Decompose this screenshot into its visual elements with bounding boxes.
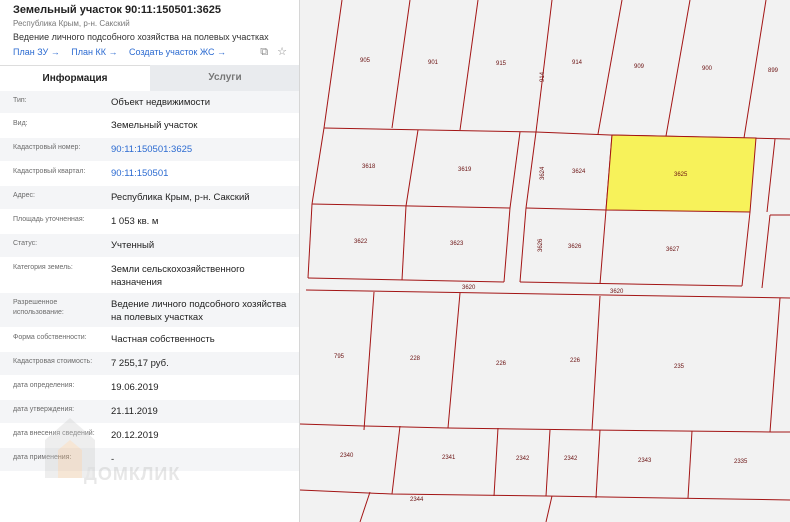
table-row: Кадастровая стоимость: 7 255,17 руб. (0, 352, 299, 376)
parcel-label: 226 (496, 361, 507, 367)
table-row: Кадастровый номер: 90:11:150501:3625 (0, 138, 299, 162)
row-value: Учтенный (111, 240, 155, 251)
star-icon[interactable]: ☆ (277, 46, 287, 58)
info-panel: Земельный участок 90:11:150501:3625 Респ… (0, 0, 300, 522)
row-value: - (111, 454, 115, 465)
row-value: Ведение личного подсобного хозяйства на … (111, 299, 287, 323)
parcel-label: 914 (572, 60, 583, 66)
parcel-label: 795 (334, 354, 345, 360)
parcel-label: 3626 (568, 244, 582, 250)
row-label: Кадастровый квартал: (13, 168, 86, 175)
cadastral-quarter-link[interactable]: 90:11:150501 (111, 167, 291, 180)
table-row: дата утверждения: 21.11.2019 (0, 400, 299, 424)
row-value: 7 255,17 руб. (111, 358, 169, 369)
cadastral-number-link[interactable]: 90:11:150501:3625 (111, 143, 291, 156)
table-row: Вид: Земельный участок (0, 114, 299, 138)
table-row: дата определения: 19.06.2019 (0, 376, 299, 400)
plan-kk-link[interactable]: План КК → (71, 47, 117, 57)
row-label: Площадь уточненная: (13, 216, 85, 223)
property-table: Тип: Объект недвижимости Вид: Земельный … (0, 91, 299, 472)
parcel-label: 3622 (354, 239, 368, 245)
parcel-label: 3618 (362, 164, 376, 170)
row-value: 21.11.2019 (111, 406, 158, 417)
parcel-label: 905 (360, 58, 371, 64)
parcel-map-svg: 905 901 915 914 914 909 900 899 3618 361… (300, 0, 790, 522)
parcel-label: 226 (570, 358, 581, 364)
parcel-label: 900 (702, 66, 713, 72)
tab-bar: Информация Услуги (0, 65, 299, 92)
parcel-label: 235 (674, 364, 685, 370)
row-label: Кадастровая стоимость: (13, 358, 93, 365)
parcel-label: 901 (428, 60, 439, 66)
parcel-labels: 905 901 915 914 914 909 900 899 3618 361… (334, 58, 779, 503)
parcel-label: 3620 (610, 289, 624, 295)
row-label: Статус: (13, 240, 38, 247)
parcel-label: 3619 (458, 167, 472, 173)
row-value: 19.06.2019 (111, 382, 159, 393)
purpose-text: Ведение личного подсобного хозяйства на … (13, 32, 269, 42)
page-title: Земельный участок 90:11:150501:3625 (13, 4, 222, 16)
create-zhs-link[interactable]: Создать участок ЖС → (129, 47, 226, 57)
table-row: Статус: Учтенный (0, 234, 299, 258)
parcel-label: 3627 (666, 247, 680, 253)
parcel-label: 914 (540, 71, 546, 82)
parcel-label: 899 (768, 68, 779, 74)
parcel-label: 915 (496, 61, 507, 67)
row-label: Разрешенное использование: (13, 299, 64, 316)
parcel-label: 2342 (564, 456, 578, 462)
plan-zu-link[interactable]: План ЗУ → (13, 47, 60, 57)
parcel-label: 2343 (638, 458, 652, 464)
parcel-label: 2335 (734, 459, 748, 465)
row-value: Республика Крым, р-н. Сакский (111, 192, 250, 203)
row-value: 20.12.2019 (111, 430, 159, 441)
tab-services[interactable]: Услуги (150, 65, 299, 91)
parcel-label: 228 (410, 356, 421, 362)
row-label: Форма собственности: (13, 334, 87, 341)
table-row: Разрешенное использование: Ведение лично… (0, 293, 299, 328)
parcel-label: 3624 (572, 169, 586, 175)
table-row: дата внесения сведений: 20.12.2019 (0, 424, 299, 448)
parcel-label: 3624 (540, 166, 546, 180)
parcel-label: 2344 (410, 497, 424, 503)
row-label: Адрес: (13, 192, 35, 199)
row-label: Тип: (13, 97, 27, 104)
table-row: Площадь уточненная: 1 053 кв. м (0, 210, 299, 234)
table-row: Категория земель: Земли сельскохозяйстве… (0, 258, 299, 293)
parcel-label: 3620 (462, 285, 476, 291)
parcel-label: 909 (634, 64, 645, 70)
parcel-label: 3625 (674, 172, 688, 178)
parcel-label: 2342 (516, 456, 530, 462)
row-value: Объект недвижимости (111, 97, 211, 108)
row-label: дата утверждения: (13, 406, 75, 413)
row-label: дата применения: (13, 454, 72, 461)
row-label: Кадастровый номер: (13, 144, 81, 151)
table-row: дата применения: - (0, 448, 299, 472)
table-row: Кадастровый квартал: 90:11:150501 (0, 162, 299, 186)
row-value: Земельный участок (111, 120, 198, 131)
row-label: Категория земель: (13, 264, 73, 271)
table-row: Тип: Объект недвижимости (0, 91, 299, 114)
row-label: Вид: (13, 120, 28, 127)
row-value: 1 053 кв. м (111, 216, 159, 227)
copy-icon[interactable]: ⧉ (260, 46, 268, 58)
region-text: Республика Крым, р-н. Сакский (13, 19, 130, 28)
parcel-label: 3623 (450, 241, 464, 247)
row-value: Земли сельскохозяйственного назначения (111, 264, 245, 288)
plan-links: План ЗУ → План КК → Создать участок ЖС → (13, 47, 235, 57)
table-row: Форма собственности: Частная собственнос… (0, 328, 299, 352)
parcel-label: 3626 (538, 238, 544, 252)
parcel-label: 2341 (442, 455, 456, 461)
parcel-label: 2340 (340, 453, 354, 459)
table-row: Адрес: Республика Крым, р-н. Сакский (0, 186, 299, 210)
tab-info[interactable]: Информация (0, 65, 150, 92)
cadastral-map[interactable]: 905 901 915 914 914 909 900 899 3618 361… (300, 0, 790, 522)
row-value: Частная собственность (111, 334, 215, 345)
row-label: дата определения: (13, 382, 75, 389)
row-label: дата внесения сведений: (13, 430, 95, 437)
header-icons: ⧉ ☆ (254, 45, 287, 59)
